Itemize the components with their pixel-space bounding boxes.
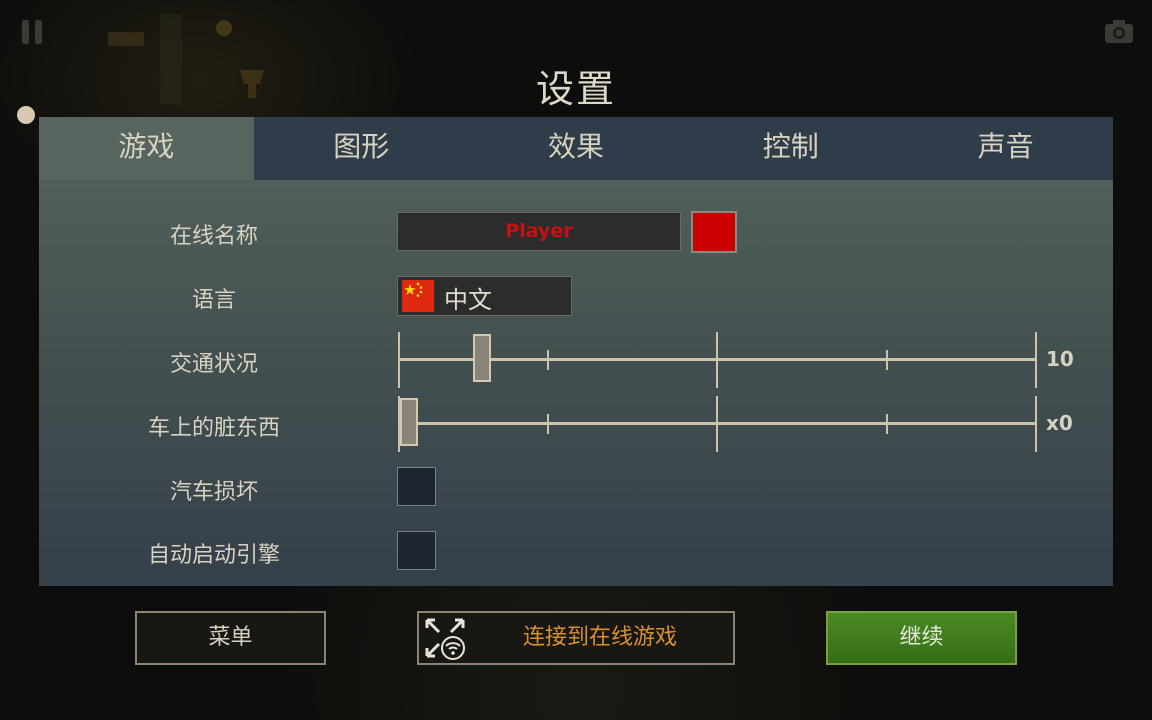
online-name-input[interactable]: Player [397, 212, 681, 251]
slider-tick [547, 414, 549, 434]
slider-tick [886, 414, 888, 434]
slider-tick [716, 332, 718, 388]
car-damage-label: 汽车损坏 [169, 480, 258, 505]
language-value: 中文 [444, 286, 492, 314]
auto-start-label: 自动启动引擎 [147, 543, 280, 568]
tab-sound[interactable]: 声音 [898, 117, 1113, 180]
online-name-label: 在线名称 [169, 224, 258, 249]
online-network-icon [425, 618, 465, 660]
continue-button[interactable]: 继续 [826, 611, 1017, 665]
settings-panel: 游戏 图形 效果 控制 声音 在线名称 Player 语言 中文 交通状况 10… [39, 117, 1113, 586]
slider-tick [716, 396, 718, 452]
name-color-swatch[interactable] [691, 211, 737, 253]
dirt-value: x0 [1046, 411, 1073, 435]
slider-tick [886, 350, 888, 370]
slider-tick [547, 350, 549, 370]
tab-controls[interactable]: 控制 [683, 117, 898, 180]
auto-start-checkbox[interactable] [397, 531, 436, 570]
page-title: 设置 [535, 67, 616, 111]
slider-handle[interactable] [400, 398, 418, 446]
camera-icon[interactable] [1104, 18, 1134, 44]
tab-game[interactable]: 游戏 [39, 117, 254, 180]
slider-handle[interactable] [473, 334, 491, 382]
car-damage-checkbox[interactable] [397, 467, 436, 506]
connect-online-label: 连接到在线游戏 [522, 625, 677, 650]
tab-bar: 游戏 图形 效果 控制 声音 [39, 117, 1113, 180]
slider-tick [398, 332, 400, 388]
pause-icon[interactable] [22, 20, 44, 44]
traffic-value: 10 [1046, 347, 1074, 371]
connect-online-button[interactable]: 连接到在线游戏 [417, 611, 735, 665]
tab-effects[interactable]: 效果 [469, 117, 684, 180]
traffic-slider[interactable] [398, 332, 1038, 388]
dirt-slider[interactable] [398, 396, 1038, 452]
tab-graphics[interactable]: 图形 [254, 117, 469, 180]
dirt-label: 车上的脏东西 [147, 416, 280, 441]
language-label: 语言 [191, 288, 236, 313]
language-selector[interactable]: 中文 [397, 276, 572, 316]
slider-tick [1035, 396, 1037, 452]
china-flag-icon [402, 280, 434, 312]
menu-button[interactable]: 菜单 [135, 611, 326, 665]
slider-tick [1035, 332, 1037, 388]
traffic-label: 交通状况 [169, 352, 258, 377]
